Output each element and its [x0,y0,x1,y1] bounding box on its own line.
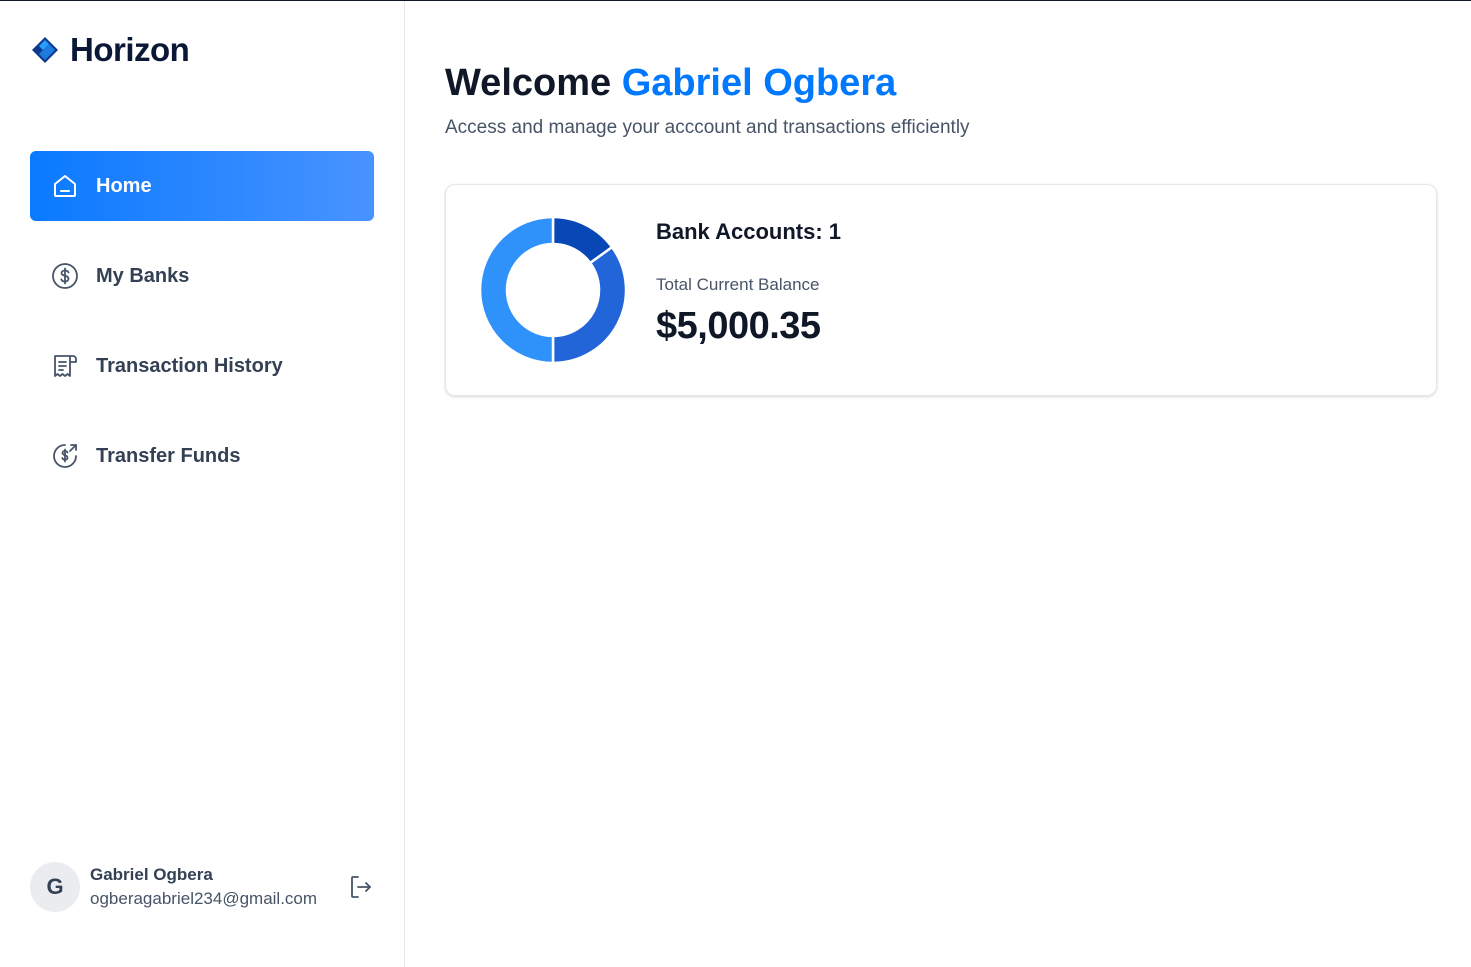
sidebar-item-label: Transfer Funds [96,444,241,467]
receipt-icon [50,351,80,381]
home-icon [50,171,80,201]
sidebar-item-label: Home [96,174,152,197]
balance-doughnut-chart [478,215,628,365]
dollar-circle-icon [50,261,80,291]
logo[interactable]: Horizon [30,31,190,69]
sidebar-item-my-banks[interactable]: My Banks [30,241,374,311]
horizon-logo-icon [32,37,58,63]
sidebar-item-label: My Banks [96,264,190,287]
sidebar-item-transfer-funds[interactable]: Transfer Funds [30,421,374,491]
user-info: Gabriel Ogbera ogberagabriel234@gmail.co… [90,865,340,909]
user-name: Gabriel Ogbera [90,865,213,884]
main-content: Welcome Gabriel Ogbera Access and manage… [445,0,1437,967]
welcome-user-name: Gabriel Ogbera [621,62,897,104]
total-balance-card: Bank Accounts: 1 Total Current Balance $… [445,184,1437,396]
sidebar-item-transaction-history[interactable]: Transaction History [30,331,374,401]
sidebar-item-label: Transaction History [96,354,283,377]
sidebar: Horizon Home My Banks Transaction Histor… [0,1,405,967]
user-footer: G Gabriel Ogbera ogberagabriel234@gmail.… [30,861,375,913]
logout-icon[interactable] [347,873,375,901]
bank-accounts-count: Bank Accounts: 1 [656,219,842,244]
donut-slice-2 [551,245,628,365]
sidebar-item-home[interactable]: Home [30,151,374,221]
sidebar-nav: Home My Banks Transaction History Transf… [30,151,374,511]
page-subtitle: Access and manage your acccount and tran… [445,117,970,138]
total-balance-label: Total Current Balance [656,275,820,294]
app-name: Horizon [70,31,190,68]
user-email: ogberagabriel234@gmail.com [90,889,318,908]
donut-slice-3 [478,215,555,365]
page-title: Welcome Gabriel Ogbera [445,62,896,105]
welcome-text: Welcome [445,62,612,104]
balance-info: Bank Accounts: 1 Total Current Balance $… [656,219,841,348]
money-send-icon [50,441,80,471]
total-balance-value: $5,000.35 [656,305,821,347]
avatar[interactable]: G [30,862,80,912]
